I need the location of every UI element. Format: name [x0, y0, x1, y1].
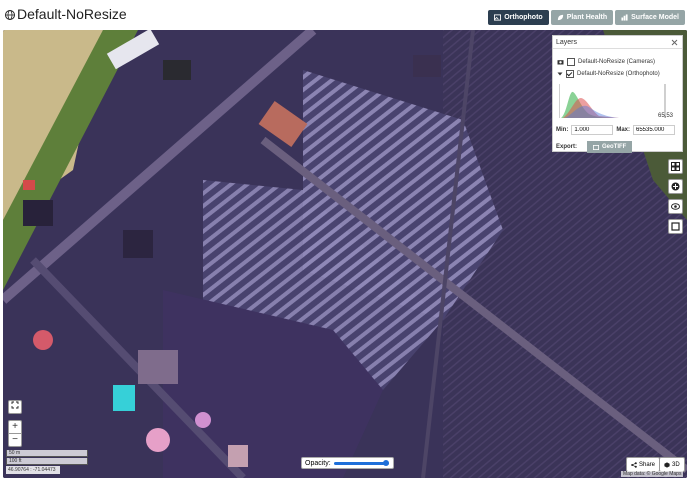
scale-metric: 50 m	[6, 450, 88, 457]
min-max-row: Min: Max:	[556, 125, 675, 135]
tab-label: Plant Health	[566, 14, 608, 21]
square-icon	[671, 222, 680, 231]
layers-panel: Layers Default-NoResize (Cameras) Defaul…	[552, 35, 683, 153]
min-label: Min:	[556, 127, 569, 133]
tab-orthophoto[interactable]: Orthophoto	[488, 10, 549, 25]
histogram-max-label: 65,53	[658, 113, 674, 119]
zoom-controls: + −	[8, 400, 22, 447]
globe-icon	[5, 10, 15, 20]
add-button[interactable]	[668, 179, 683, 194]
fullscreen-button[interactable]	[668, 219, 683, 234]
expand-icon	[11, 401, 19, 409]
3d-label: 3D	[672, 461, 680, 468]
opacity-control: Opacity:	[301, 457, 394, 469]
max-input[interactable]	[633, 125, 675, 135]
close-icon[interactable]	[671, 39, 678, 46]
tab-plant-health[interactable]: Plant Health	[550, 10, 614, 25]
geotiff-label: GeoTIFF	[602, 144, 627, 150]
geotiff-button[interactable]: GeoTIFF	[587, 141, 633, 153]
leaf-icon	[557, 14, 563, 21]
tab-label: Orthophoto	[504, 14, 543, 21]
export-label: Export:	[556, 144, 577, 150]
layer-checkbox[interactable]	[566, 70, 574, 78]
max-label: Max:	[616, 127, 630, 133]
map-tools	[668, 159, 683, 234]
coordinates-readout: 46.90764 : -71.04473	[6, 466, 60, 474]
tab-surface-model[interactable]: Surface Model	[615, 10, 685, 25]
min-input[interactable]	[571, 125, 614, 135]
map-view[interactable]: Layers Default-NoResize (Cameras) Defaul…	[3, 30, 687, 478]
zoom-out-button[interactable]: −	[8, 433, 22, 447]
eye-icon	[671, 203, 680, 210]
export-row: Export: GeoTIFF	[556, 141, 633, 153]
caret-down-icon[interactable]	[557, 71, 563, 77]
opacity-label: Opacity:	[305, 459, 331, 467]
zoom-buttons: + −	[8, 420, 22, 447]
layer-label: Default-NoResize (Orthophoto)	[577, 71, 660, 77]
grid-icon	[671, 162, 680, 171]
image-icon	[494, 14, 502, 21]
view-3d-button[interactable]: 3D	[659, 457, 685, 472]
map-attribution: Map data: © Google Maps	[621, 471, 684, 477]
view-tabs: Orthophoto Plant Health Surface Model	[488, 10, 685, 25]
image-icon	[593, 144, 599, 150]
layer-item-cameras: Default-NoResize (Cameras)	[557, 58, 655, 66]
share-label: Share	[639, 461, 656, 468]
layers-title: Layers	[553, 36, 682, 49]
cube-icon	[664, 461, 670, 468]
share-button[interactable]: Share	[626, 457, 661, 472]
zoom-in-button[interactable]: +	[8, 420, 22, 433]
layer-label: Default-NoResize (Cameras)	[578, 59, 656, 65]
page-title: Default-NoResize	[17, 6, 127, 22]
tab-label: Surface Model	[631, 14, 679, 21]
plus-circle-icon	[671, 182, 680, 191]
visibility-button[interactable]	[668, 199, 683, 214]
app-header: Default-NoResize Orthophoto Plant Health…	[0, 0, 690, 30]
layer-checkbox[interactable]	[567, 58, 575, 66]
layer-item-orthophoto: Default-NoResize (Orthophoto)	[557, 70, 660, 78]
camera-icon	[557, 60, 564, 65]
layers-toggle-button[interactable]	[668, 159, 683, 174]
chart-icon	[621, 14, 628, 21]
slider-thumb[interactable]	[382, 459, 389, 466]
histogram[interactable]	[559, 84, 670, 118]
scale-imperial: 100 ft	[6, 458, 88, 465]
fit-bounds-button[interactable]	[8, 400, 22, 414]
share-icon	[631, 461, 637, 468]
opacity-slider[interactable]	[333, 459, 389, 466]
scale-bar: 50 m 100 ft 46.90764 : -71.04473	[6, 450, 88, 474]
